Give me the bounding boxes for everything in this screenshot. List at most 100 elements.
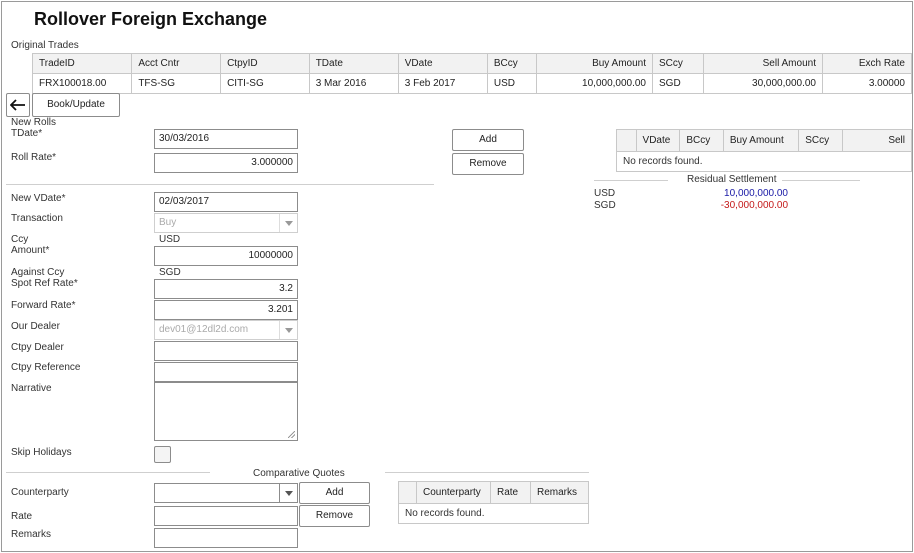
- new-vdate-label: New VDate*: [11, 193, 66, 204]
- original-trades-label: Original Trades: [11, 40, 79, 51]
- book-update-button[interactable]: Book/Update: [32, 93, 120, 117]
- col-sell-amount[interactable]: Sell Amount: [703, 53, 823, 74]
- cell-sccy: SGD: [651, 73, 705, 94]
- no-records-text: No records found.: [398, 503, 589, 524]
- col-counterparty[interactable]: Counterparty: [416, 481, 491, 504]
- chevron-down-icon: [279, 214, 297, 232]
- quotes-table-header: Counterparty Rate Remarks: [398, 481, 589, 504]
- cell-tdate: 3 Mar 2016: [308, 73, 399, 94]
- col-tdate[interactable]: TDate: [308, 53, 399, 74]
- cell-bccy: USD: [486, 73, 538, 94]
- divider: [594, 180, 668, 181]
- our-dealer-label: Our Dealer: [11, 321, 60, 332]
- cell-acct-cntr: TFS-SG: [131, 73, 222, 94]
- chevron-down-icon: [279, 321, 297, 339]
- new-rolls-label: New Rolls: [11, 117, 57, 128]
- residual-amount-sgd: -30,000,000.00: [720, 200, 788, 211]
- transaction-value: Buy: [159, 217, 177, 228]
- col-sccy[interactable]: SCcy: [651, 53, 705, 74]
- rate-input[interactable]: [154, 506, 298, 526]
- original-trades-header: TradeID Acct Cntr CtpyID TDate VDate BCc…: [31, 53, 912, 74]
- col-select[interactable]: [616, 129, 637, 152]
- chevron-down-icon: [279, 484, 297, 502]
- col-select[interactable]: [398, 481, 417, 504]
- cell-exch-rate: 3.00000: [821, 73, 912, 94]
- amount-label: Amount*: [11, 245, 50, 256]
- against-ccy-value: SGD: [159, 267, 181, 278]
- our-dealer-select[interactable]: dev01@12dl2d.com: [154, 320, 298, 340]
- ctpy-dealer-input[interactable]: [154, 341, 298, 361]
- ctpy-reference-input[interactable]: [154, 362, 298, 382]
- empty-row: No records found.: [616, 151, 912, 172]
- cell-ctpyid: CITI-SG: [220, 73, 310, 94]
- col-buy-amount[interactable]: Buy Amount: [536, 53, 653, 74]
- col-tradeid[interactable]: TradeID: [31, 53, 133, 74]
- col-bccy[interactable]: BCcy: [679, 129, 724, 152]
- divider: [6, 184, 434, 185]
- original-trades-table: TradeID Acct Cntr CtpyID TDate VDate BCc…: [31, 53, 912, 94]
- divider: [6, 472, 210, 473]
- spot-ref-rate-label: Spot Ref Rate*: [11, 278, 78, 289]
- divider: [385, 472, 589, 473]
- col-ctpyid[interactable]: CtpyID: [220, 53, 310, 74]
- arrow-left-icon: [9, 99, 25, 111]
- transaction-select[interactable]: Buy: [154, 213, 298, 233]
- ctpy-reference-label: Ctpy Reference: [11, 362, 81, 373]
- col-sccy[interactable]: SCcy: [798, 129, 843, 152]
- cell-tradeid: FRX100018.00: [31, 73, 133, 94]
- col-bccy[interactable]: BCcy: [486, 53, 538, 74]
- back-button[interactable]: [6, 93, 30, 117]
- roll-rate-label: Roll Rate*: [11, 152, 57, 163]
- spot-ref-rate-input[interactable]: 3.2: [154, 279, 298, 299]
- counterparty-select[interactable]: [154, 483, 298, 503]
- col-exch-rate[interactable]: Exch Rate: [821, 53, 912, 74]
- counterparty-label: Counterparty: [11, 487, 69, 498]
- cell-sell-amount: 30,000,000.00: [703, 73, 823, 94]
- col-vdate[interactable]: VDate: [397, 53, 488, 74]
- residual-settlement-title: Residual Settlement: [687, 174, 777, 185]
- page-title: Rollover Foreign Exchange: [34, 9, 268, 29]
- remove-roll-button[interactable]: Remove: [452, 153, 524, 175]
- narrative-textarea[interactable]: [154, 382, 298, 441]
- add-roll-button[interactable]: Add: [452, 129, 524, 151]
- tdate-input[interactable]: 30/03/2016: [154, 129, 298, 149]
- narrative-label: Narrative: [11, 383, 52, 394]
- table-row[interactable]: FRX100018.00 TFS-SG CITI-SG 3 Mar 2016 3…: [31, 73, 912, 94]
- remarks-input[interactable]: [154, 528, 298, 548]
- divider: [782, 180, 860, 181]
- rate-label: Rate: [11, 511, 33, 522]
- ccy-label: Ccy: [11, 234, 29, 245]
- skip-holidays-label: Skip Holidays: [11, 447, 72, 458]
- add-quote-button[interactable]: Add: [299, 482, 370, 504]
- forward-rate-input[interactable]: 3.201: [154, 300, 298, 320]
- remove-quote-button[interactable]: Remove: [299, 505, 370, 527]
- no-records-text: No records found.: [616, 151, 912, 172]
- amount-input[interactable]: 10000000: [154, 246, 298, 266]
- cell-vdate: 3 Feb 2017: [397, 73, 488, 94]
- col-vdate[interactable]: VDate: [635, 129, 681, 152]
- remarks-label: Remarks: [11, 529, 52, 540]
- residual-ccy-usd: USD: [594, 188, 616, 199]
- col-sell[interactable]: Sell: [841, 129, 912, 152]
- quotes-table: Counterparty Rate Remarks No records fou…: [398, 481, 589, 524]
- cell-buy-amount: 10,000,000.00: [536, 73, 653, 94]
- our-dealer-value: dev01@12dl2d.com: [159, 324, 249, 335]
- new-vdate-input[interactable]: 02/03/2017: [154, 192, 298, 212]
- forward-rate-label: Forward Rate*: [11, 300, 76, 311]
- col-buy-amount[interactable]: Buy Amount: [722, 129, 800, 152]
- residual-amount-usd: 10,000,000.00: [724, 188, 788, 199]
- residual-ccy-sgd: SGD: [594, 200, 616, 211]
- col-acct-cntr[interactable]: Acct Cntr: [131, 53, 222, 74]
- col-remarks[interactable]: Remarks: [530, 481, 589, 504]
- ctpy-dealer-label: Ctpy Dealer: [11, 342, 64, 353]
- col-rate[interactable]: Rate: [490, 481, 531, 504]
- roll-rate-input[interactable]: 3.000000: [154, 153, 298, 173]
- resize-grip-icon[interactable]: [288, 431, 295, 438]
- empty-row: No records found.: [398, 503, 589, 524]
- against-ccy-label: Against Ccy: [11, 267, 65, 278]
- tdate-label: TDate*: [11, 128, 43, 139]
- ccy-value: USD: [159, 234, 181, 245]
- transaction-label: Transaction: [11, 213, 63, 224]
- skip-holidays-checkbox[interactable]: [154, 446, 171, 463]
- rolls-table: VDate BCcy Buy Amount SCcy Sell No recor…: [616, 129, 912, 172]
